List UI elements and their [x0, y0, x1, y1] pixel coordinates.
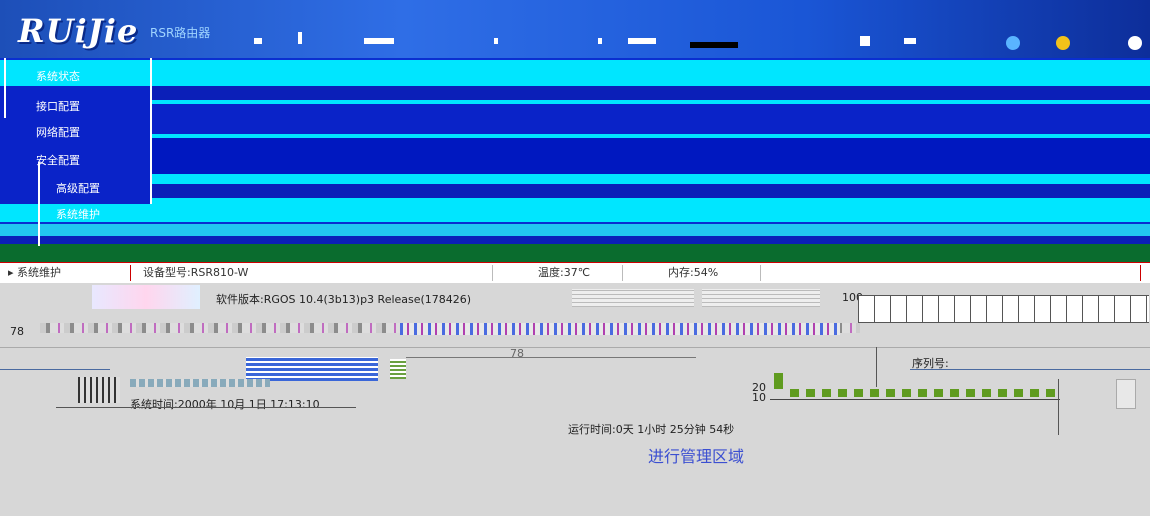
chart-axis [876, 347, 877, 387]
nav-item-network[interactable]: 网络配置 [36, 124, 80, 140]
nav-item-maintenance[interactable]: 系统维护 [56, 206, 100, 222]
main-content: 软件版本:RGOS 10.4(3b13)p3 Release(178426) 1… [0, 283, 1150, 516]
usage-bar [854, 389, 863, 397]
usage-bar [934, 389, 943, 397]
usage-bar [822, 389, 831, 397]
usage-bar [1046, 389, 1055, 397]
navigation-area: 系统状态 接口配置 网络配置 安全配置 高级配置 系统维护 [0, 58, 1150, 262]
serial-underline [910, 369, 1150, 370]
header-mark [904, 38, 916, 44]
brand-logo: RUiJie [18, 12, 139, 50]
scroll-widget[interactable] [1116, 379, 1136, 409]
usage-bar [774, 373, 783, 389]
status-divider [130, 265, 131, 281]
nav-row [0, 184, 1150, 198]
logout-icon[interactable] [1128, 36, 1142, 50]
usage-bar [806, 389, 815, 397]
cpu-graph [246, 357, 378, 381]
nav-divider [38, 162, 40, 246]
nav-row [0, 86, 1150, 100]
nav-row [0, 104, 1150, 134]
software-version: 软件版本:RGOS 10.4(3b13)p3 Release(178426) [216, 293, 472, 306]
section-divider [0, 347, 1150, 348]
graph-line [406, 357, 696, 358]
header-mark [364, 38, 394, 44]
left-underline [0, 369, 110, 370]
nav-row [0, 138, 1150, 174]
usage-bar [790, 389, 799, 397]
header-mark [254, 38, 262, 44]
port-graph [78, 377, 120, 403]
user-icon[interactable] [1056, 36, 1070, 50]
top-header: RUiJie RSR路由器 [0, 0, 1150, 58]
usage-bar [870, 389, 879, 397]
chart-axis-low: 10 [752, 391, 766, 404]
management-link[interactable]: 进行管理区域 [648, 443, 744, 467]
usage-bar [886, 389, 895, 397]
chart-grid [858, 295, 1149, 323]
nav-row [0, 236, 1150, 244]
sidebar-active-item[interactable]: ▸ 系统维护 [8, 263, 61, 283]
axis-tick: 78 [510, 347, 524, 360]
nav-item-advanced[interactable]: 高级配置 [56, 180, 100, 196]
usage-bar [998, 389, 1007, 397]
status-bar: ▸ 系统维护 设备型号:RSR810-W 温度:37℃ 内存:54% [0, 262, 1150, 284]
header-mark [298, 32, 302, 44]
chart-axis [1058, 379, 1059, 435]
usage-bar [918, 389, 927, 397]
nav-divider [4, 58, 6, 118]
nav-row [0, 244, 1150, 262]
status-divider [1140, 265, 1141, 281]
nav-row [0, 60, 1150, 86]
usage-bar [838, 389, 847, 397]
status-divider [492, 265, 493, 281]
version-detail [702, 289, 820, 307]
nav-row [0, 198, 1150, 222]
usage-bar [982, 389, 991, 397]
usage-bar [966, 389, 975, 397]
nav-item-status[interactable]: 系统状态 [36, 68, 80, 84]
memory-reading: 内存:54% [668, 266, 719, 279]
info-graphic [92, 285, 200, 309]
chart-baseline [770, 399, 1060, 400]
data-strip [400, 323, 840, 335]
nav-item-interfaces[interactable]: 接口配置 [36, 98, 80, 114]
version-detail [572, 289, 694, 307]
usage-bar [1014, 389, 1023, 397]
nav-item-security[interactable]: 安全配置 [36, 152, 80, 168]
temperature-reading: 温度:37℃ [538, 266, 591, 279]
product-name: RSR路由器 [150, 26, 211, 40]
usage-bar [902, 389, 911, 397]
header-mark [494, 38, 498, 44]
graph-legend [390, 359, 406, 379]
status-divider [760, 265, 761, 281]
device-model: 设备型号:RSR810-W [143, 266, 249, 279]
nav-divider [150, 58, 152, 204]
time-underline [56, 407, 356, 408]
usage-bar [1030, 389, 1039, 397]
header-toolbar[interactable] [1000, 30, 1150, 52]
header-mark [860, 36, 870, 46]
left-axis-label: 78 [10, 325, 24, 338]
help-icon[interactable] [1006, 36, 1020, 50]
nav-row [0, 174, 1150, 184]
system-time: 系统时间:2000年 10月 1日 17:13:10 [130, 398, 320, 411]
port-labels [130, 379, 270, 387]
status-divider [622, 265, 623, 281]
uptime: 运行时间:0天 1小时 25分钟 54秒 [568, 423, 735, 436]
header-mark [690, 42, 738, 48]
header-mark [628, 38, 656, 44]
header-mark [598, 38, 602, 44]
nav-row [0, 224, 1150, 236]
usage-bar [950, 389, 959, 397]
